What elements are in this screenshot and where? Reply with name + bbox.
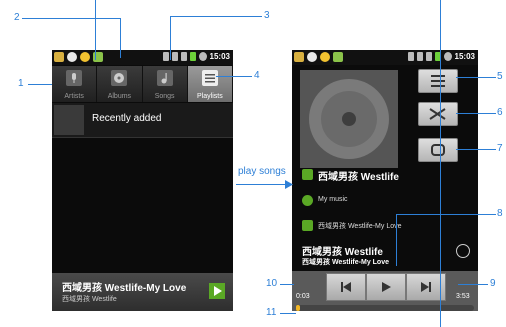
playlist-button[interactable] xyxy=(418,69,458,93)
callout-line xyxy=(216,76,252,77)
album-icon xyxy=(111,70,128,86)
list-icon xyxy=(431,75,445,87)
notification-icon xyxy=(67,52,77,62)
callout-line xyxy=(170,16,171,60)
play-icon[interactable] xyxy=(209,283,225,299)
previous-button[interactable] xyxy=(326,273,366,301)
callout-line xyxy=(396,214,496,215)
tab-artists[interactable]: Artists xyxy=(52,66,98,102)
playlist-item-recently-added[interactable]: Recently added xyxy=(52,103,233,138)
battery-icon xyxy=(189,52,196,61)
shuffle-icon xyxy=(429,108,446,120)
wifi-icon xyxy=(416,52,423,61)
callout-label: 3 xyxy=(264,10,270,21)
weather-icon xyxy=(320,52,330,62)
progress-track[interactable] xyxy=(296,305,474,311)
status-time: 15:03 xyxy=(209,52,230,61)
music-note-icon xyxy=(156,70,173,86)
repeat-icon xyxy=(431,144,445,156)
callout-line xyxy=(456,77,496,78)
callout-line xyxy=(28,84,52,85)
callout-label: 11 xyxy=(266,307,277,318)
album-small-icon xyxy=(302,195,313,206)
library-tabs: Artists Albums Songs Playlists xyxy=(52,66,233,102)
artist-line: 西域男孩 Westlife xyxy=(318,172,399,183)
track-icon xyxy=(302,220,313,231)
play-button[interactable] xyxy=(366,273,406,301)
tab-songs[interactable]: Songs xyxy=(142,66,188,102)
callout-label: 2 xyxy=(14,12,20,23)
tab-label: Playlists xyxy=(197,93,223,100)
signal-icon xyxy=(425,52,432,61)
callout-label: 1 xyxy=(18,78,24,89)
status-bar: 15:03 xyxy=(292,50,478,65)
callout-line xyxy=(280,284,294,285)
bluetooth-icon xyxy=(162,52,169,61)
tab-label: Songs xyxy=(154,93,175,100)
playlist-icon xyxy=(201,70,218,86)
play-icon xyxy=(382,282,391,292)
callout-line xyxy=(120,18,121,58)
tab-playlists[interactable]: Playlists xyxy=(187,66,233,102)
callout-line xyxy=(280,313,296,314)
time-total: 3:53 xyxy=(456,293,470,300)
arrow-head-icon xyxy=(285,180,293,189)
tab-albums[interactable]: Albums xyxy=(97,66,143,102)
status-time: 15:03 xyxy=(454,52,475,61)
callout-line xyxy=(456,149,496,150)
notification-icon xyxy=(307,52,317,62)
weather-icon xyxy=(80,52,90,62)
callout-line xyxy=(170,16,262,17)
alarm-icon xyxy=(198,52,207,61)
previous-icon xyxy=(341,282,351,292)
callout-label: 9 xyxy=(490,278,496,289)
playlist-label: Recently added xyxy=(92,113,162,124)
song-subtitle: 西域男孩 Westlife-My Love xyxy=(302,259,389,266)
track-line: 西域男孩 Westlife-My Love xyxy=(318,223,402,230)
time-elapsed: 0:03 xyxy=(296,293,310,300)
tab-label: Albums xyxy=(107,93,132,100)
callout-line xyxy=(396,214,397,266)
album-line: My music xyxy=(318,196,348,203)
callout-label: 4 xyxy=(254,70,260,81)
callout-line xyxy=(22,18,120,19)
app-icon xyxy=(294,52,304,62)
right-phone-screen: 15:03 西域男孩 Westlife My music 西域男孩 Westli… xyxy=(292,50,478,311)
left-phone-screen: 15:03 Artists Albums Songs Playlists Rec… xyxy=(52,50,233,311)
callout-line xyxy=(458,284,488,285)
callout-line xyxy=(440,0,441,327)
collapse-icon[interactable] xyxy=(456,244,470,258)
song-title-big: 西域男孩 Westlife xyxy=(302,247,383,258)
bluetooth-icon xyxy=(407,52,414,61)
android-icon xyxy=(333,52,343,62)
repeat-button[interactable] xyxy=(418,138,458,162)
play-songs-arrow xyxy=(236,184,288,185)
shuffle-button[interactable] xyxy=(418,102,458,126)
app-icon xyxy=(54,52,64,62)
disc-icon xyxy=(309,79,389,159)
progress-fill xyxy=(296,305,300,311)
callout-label: 5 xyxy=(497,71,503,82)
album-art xyxy=(300,70,398,168)
callout-label: 7 xyxy=(497,143,503,154)
now-playing-title: 西域男孩 Westlife-My Love xyxy=(62,283,187,294)
artist-icon xyxy=(302,169,313,180)
signal-icon xyxy=(180,52,187,61)
callout-label: 8 xyxy=(497,208,503,219)
tab-label: Artists xyxy=(64,93,84,100)
status-bar: 15:03 xyxy=(52,50,233,65)
callout-label: 10 xyxy=(266,278,278,289)
now-playing-artist: 西域男孩 Westlife xyxy=(62,296,117,303)
playlist-thumbnail-icon xyxy=(54,105,84,135)
callout-line xyxy=(95,0,96,60)
now-playing-bar[interactable]: 西域男孩 Westlife-My Love 西域男孩 Westlife xyxy=(52,273,233,311)
callout-line xyxy=(456,113,496,114)
play-songs-label: play songs xyxy=(238,166,286,177)
alarm-icon xyxy=(443,52,452,61)
callout-label: 6 xyxy=(497,107,503,118)
wifi-icon xyxy=(171,52,178,61)
mic-icon xyxy=(66,70,83,86)
